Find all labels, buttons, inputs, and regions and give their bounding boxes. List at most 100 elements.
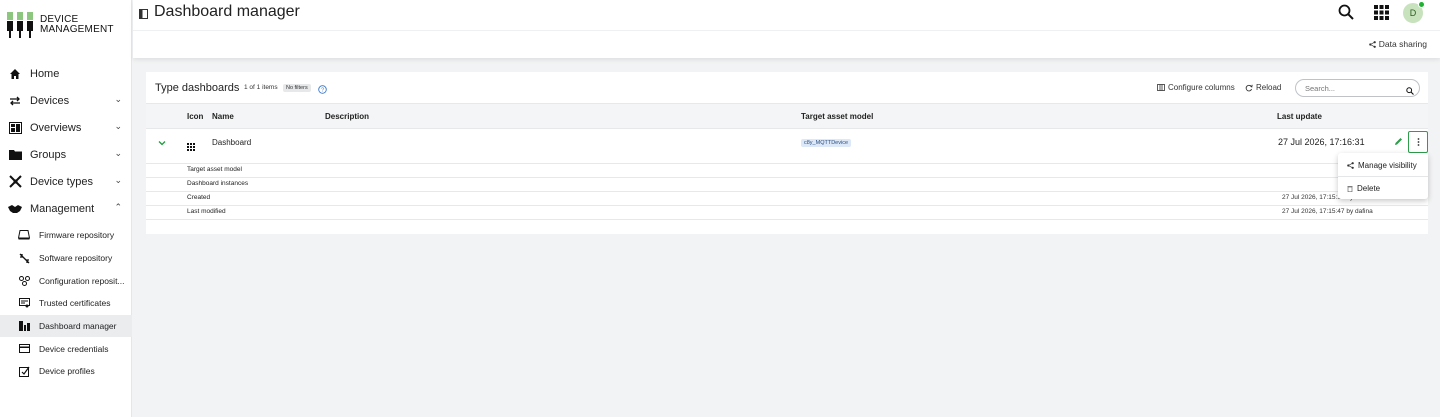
detail-row-dashboard-instances: Dashboard instances [146, 178, 1428, 192]
page-title: Dashboard manager [154, 3, 300, 20]
brand-line2: MANAGEMENT [40, 24, 114, 35]
chevron-down-icon[interactable] [158, 138, 166, 148]
card-title: Type dashboards [155, 82, 240, 94]
detail-label: Target asset model [187, 166, 242, 173]
dashboard-grid-icon [187, 140, 195, 154]
nav-item-management[interactable]: Management ⌃ [0, 195, 132, 222]
credential-card-icon [17, 343, 31, 355]
data-sharing-link[interactable]: Data sharing [1368, 39, 1427, 49]
sub-item-label: Trusted certificates [39, 298, 111, 309]
main-nav: Home Devices ⌄ Overviews ⌄ Groups ⌄ Devi… [0, 60, 132, 383]
sub-item-label: Configuration reposit... [39, 275, 125, 286]
column-header-icon[interactable]: Icon [187, 112, 203, 121]
svg-text:?: ? [321, 87, 324, 93]
device-types-icon [8, 175, 22, 189]
reload-label: Reload [1256, 83, 1282, 92]
nav-item-label: Groups [30, 148, 67, 161]
reload-button[interactable]: Reload [1245, 83, 1281, 92]
sub-item-label: Firmware repository [39, 230, 115, 241]
reload-icon [1245, 84, 1253, 91]
nav-item-label: Device types [30, 175, 93, 188]
configure-columns-button[interactable]: Configure columns [1157, 83, 1235, 92]
target-asset-model-tag: c8y_MQTTDevice [801, 139, 852, 147]
user-avatar[interactable]: D [1403, 1, 1425, 23]
pencil-edit-icon[interactable] [1394, 135, 1403, 149]
sidebar-item-configuration-repository[interactable]: Configuration reposit... [0, 269, 132, 292]
overviews-icon [8, 121, 22, 135]
detail-row-created: Created 27 Jul 2026, 17:15:14 by dafina [146, 192, 1428, 206]
sidebar-item-device-credentials[interactable]: Device credentials [0, 337, 132, 360]
sub-item-label: Dashboard manager [39, 321, 117, 332]
sidebar-item-device-profiles[interactable]: Device profiles [0, 360, 132, 383]
detail-label: Last modified [187, 208, 226, 215]
nav-item-label: Home [30, 67, 60, 80]
delete-menu-item[interactable]: Delete [1338, 177, 1428, 199]
nav-item-label: Overviews [30, 121, 82, 134]
logo-icon [7, 12, 33, 38]
share-icon [1368, 40, 1376, 48]
brand-text: DEVICE MANAGEMENT [40, 10, 114, 35]
nav-item-groups[interactable]: Groups ⌄ [0, 141, 132, 168]
table-row[interactable]: Dashboard c8y_MQTTDevice 27 Jul 2026, 17… [146, 129, 1428, 164]
nav-item-label: Management [30, 202, 95, 215]
search-input[interactable] [1295, 79, 1420, 97]
handshake-icon [8, 202, 22, 216]
nav-item-label: Devices [30, 94, 70, 107]
detail-row-target-asset-model: Target asset model [146, 164, 1428, 178]
column-header-name[interactable]: Name [212, 112, 234, 121]
nav-item-home[interactable]: Home [0, 60, 132, 87]
folder-icon [8, 148, 22, 162]
sidebar-item-software-repository[interactable]: Software repository [0, 247, 132, 270]
share-icon [1347, 161, 1354, 169]
item-count: 1 of 1 items [244, 84, 278, 91]
chevron-down-icon: ⌄ [114, 148, 122, 158]
chevron-down-icon: ⌄ [114, 94, 122, 104]
manage-visibility-menu-item[interactable]: Manage visibility [1338, 154, 1428, 176]
sidebar: DEVICE MANAGEMENT Home Devices ⌄ Overvie… [0, 0, 132, 417]
sidebar-item-firmware-repository[interactable]: Firmware repository [0, 224, 132, 247]
detail-value: 27 Jul 2026, 17:15:47 by dafina [1282, 208, 1373, 215]
configure-columns-label: Configure columns [1168, 83, 1235, 92]
chevron-down-icon: ⌄ [114, 121, 122, 131]
brand-logo[interactable]: DEVICE MANAGEMENT [6, 10, 114, 40]
sidebar-item-trusted-certificates[interactable]: Trusted certificates [0, 292, 132, 315]
filter-badge: No filters [283, 84, 311, 92]
trash-icon [1347, 185, 1353, 192]
detail-label: Created [187, 194, 211, 201]
device-profile-icon [17, 365, 31, 377]
avatar-initial: D [1409, 8, 1417, 18]
sub-item-label: Device credentials [39, 343, 109, 354]
firmware-icon [17, 229, 31, 241]
kebab-menu-icon [1417, 138, 1419, 146]
software-icon [17, 252, 31, 264]
columns-icon [1157, 84, 1165, 91]
more-actions-button[interactable] [1408, 131, 1428, 153]
sub-item-label: Device profiles [39, 366, 95, 377]
table-header: Icon Name Description Target asset model… [146, 103, 1428, 129]
online-status-dot [1418, 1, 1425, 8]
help-icon[interactable]: ? [318, 83, 327, 97]
sidebar-item-dashboard-manager[interactable]: Dashboard manager [0, 314, 132, 338]
delete-label: Delete [1357, 183, 1381, 193]
sidebar-toggle-icon[interactable] [139, 8, 148, 22]
search-icon[interactable] [1406, 84, 1414, 98]
column-header-target-asset-model[interactable]: Target asset model [801, 112, 873, 121]
detail-label: Dashboard instances [187, 180, 249, 187]
detail-row-last-modified: Last modified 27 Jul 2026, 17:15:47 by d… [146, 206, 1428, 220]
nav-item-device-types[interactable]: Device types ⌄ [0, 168, 132, 195]
home-icon [8, 67, 22, 81]
chevron-down-icon: ⌄ [114, 175, 122, 185]
dashboard-manager-icon [17, 320, 31, 332]
nav-item-overviews[interactable]: Overviews ⌄ [0, 114, 132, 141]
search-icon[interactable] [1338, 4, 1354, 23]
header-divider [133, 30, 1440, 31]
column-header-description[interactable]: Description [325, 112, 369, 121]
dashboard-name[interactable]: Dashboard [212, 138, 251, 147]
configuration-icon [17, 275, 31, 287]
last-update-value: 27 Jul 2026, 17:16:31 [1278, 137, 1365, 147]
column-header-last-update[interactable]: Last update [1277, 112, 1322, 121]
sub-item-label: Software repository [39, 253, 113, 264]
top-header: Dashboard manager D Data sharing [133, 0, 1440, 58]
nav-item-devices[interactable]: Devices ⌄ [0, 87, 132, 114]
apps-grid-icon[interactable] [1374, 5, 1389, 23]
